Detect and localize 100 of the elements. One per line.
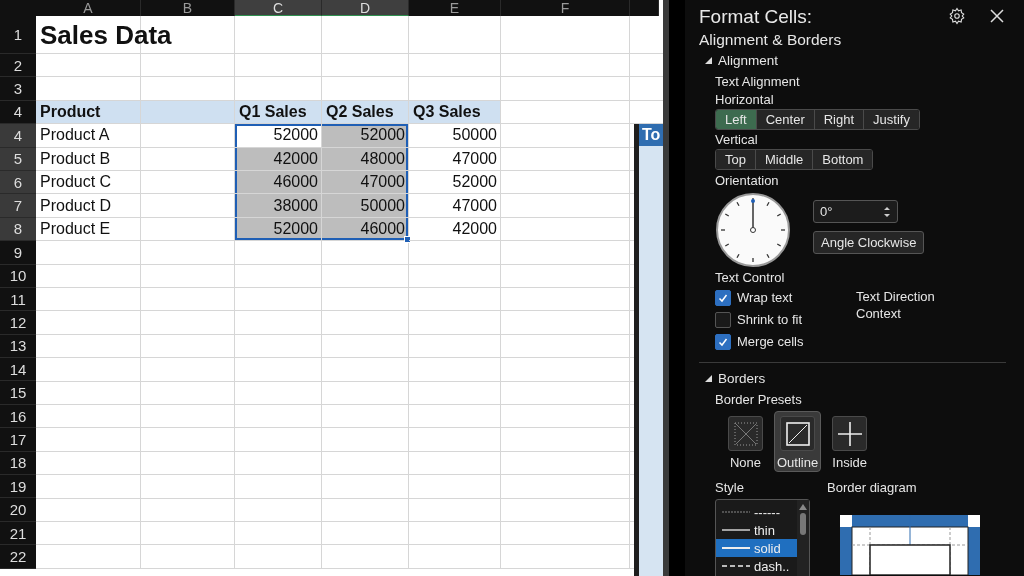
table-cell[interactable]: 52000 — [235, 124, 322, 148]
row-header[interactable]: 17 — [0, 428, 36, 452]
column-header[interactable]: C — [235, 0, 322, 16]
column-header[interactable]: B — [141, 0, 235, 16]
table-cell[interactable]: 50000 — [322, 194, 409, 218]
column-title-cell[interactable]: Q1 Sales — [235, 100, 322, 125]
table-cell[interactable]: Product C — [36, 170, 141, 195]
column-header[interactable]: D — [322, 0, 409, 16]
preset-button[interactable]: Outline — [774, 411, 822, 472]
table-cell[interactable]: Product B — [36, 147, 141, 171]
segment-button[interactable]: Left — [716, 110, 756, 129]
style-item[interactable]: ------ — [716, 503, 797, 521]
field-label: Vertical — [715, 132, 759, 147]
table-cell[interactable]: 46000 — [322, 217, 409, 242]
caret-icon[interactable] — [705, 375, 712, 382]
table-cell[interactable]: 52000 — [235, 217, 322, 242]
table-cell[interactable]: 52000 — [322, 124, 409, 148]
check-icon — [718, 336, 728, 347]
group-label: Border Presets — [715, 392, 803, 407]
border-diagram-drawing[interactable] — [840, 515, 980, 575]
close-icon[interactable] — [988, 7, 1006, 25]
row-header[interactable]: 20 — [0, 498, 36, 522]
column-header[interactable]: F — [501, 0, 630, 16]
check-icon — [718, 292, 728, 303]
checkbox-label: Shrink to fit — [737, 312, 803, 327]
sheet-title[interactable]: Sales Data — [36, 16, 235, 54]
segment-button[interactable]: Middle — [754, 150, 813, 169]
row-header[interactable]: 8 — [0, 217, 36, 242]
column-title-cell[interactable] — [141, 100, 235, 125]
row-header[interactable]: 3 — [0, 77, 36, 101]
orientation-dial[interactable] — [715, 192, 791, 268]
row-header[interactable]: 5 — [0, 147, 36, 171]
table-cell[interactable]: Product A — [36, 124, 141, 148]
row-header[interactable]: 10 — [0, 264, 36, 288]
style-item[interactable]: dash.. — [716, 557, 797, 575]
segment-button[interactable]: Top — [716, 150, 755, 169]
field-label: Horizontal — [715, 92, 775, 107]
row-header[interactable]: 21 — [0, 521, 36, 546]
row-header[interactable]: 12 — [0, 311, 36, 335]
row-header[interactable]: 11 — [0, 287, 36, 312]
checkbox[interactable] — [715, 333, 731, 350]
column-header[interactable]: A — [36, 0, 141, 16]
scroll-thumb[interactable] — [800, 513, 806, 535]
row-header[interactable]: 13 — [0, 334, 36, 359]
row-header[interactable]: 4 — [0, 100, 36, 125]
scroll-up-icon[interactable] — [799, 504, 807, 510]
group-label: Orientation — [715, 173, 780, 188]
column-title-cell[interactable]: Q3 Sales — [409, 100, 501, 125]
segment-button[interactable]: Right — [813, 110, 864, 129]
fill-handle[interactable] — [404, 236, 411, 244]
checkbox-label: Merge cells — [737, 334, 804, 349]
no-border-icon — [733, 421, 758, 446]
style-item[interactable]: thin — [716, 521, 797, 539]
angle-button[interactable]: Angle Clockwise — [813, 231, 925, 254]
angle-field[interactable]: 0° — [813, 200, 898, 223]
checkbox[interactable] — [715, 289, 731, 306]
table-cell[interactable]: 38000 — [235, 194, 322, 218]
segment-button[interactable]: Center — [755, 110, 814, 129]
group-label: Style — [715, 480, 745, 495]
spinner-icon[interactable] — [883, 205, 891, 218]
section-header[interactable]: Borders — [705, 371, 766, 386]
row-header[interactable]: 9 — [0, 241, 36, 265]
row-header[interactable]: 18 — [0, 451, 36, 476]
table-cell[interactable]: 47000 — [322, 170, 409, 195]
table-cell[interactable]: 48000 — [322, 147, 409, 171]
row-header[interactable]: 22 — [0, 545, 36, 569]
column-title-cell[interactable]: Q2 Sales — [322, 100, 409, 125]
scrollbar[interactable] — [663, 0, 669, 576]
table-cell[interactable]: 50000 — [409, 124, 501, 148]
field-value[interactable]: Context — [856, 306, 935, 321]
line-style-icon — [722, 509, 750, 515]
checkbox[interactable] — [715, 311, 731, 328]
row-header[interactable]: 2 — [0, 54, 36, 78]
table-cell[interactable]: 42000 — [235, 147, 322, 171]
row-header[interactable]: 6 — [0, 170, 36, 195]
table-cell[interactable]: 47000 — [409, 147, 501, 171]
table-cell[interactable]: 52000 — [409, 170, 501, 195]
column-title-cell[interactable]: Product — [36, 100, 141, 125]
row-header[interactable]: 15 — [0, 381, 36, 405]
section-header[interactable]: Alignment — [705, 53, 779, 68]
row-header[interactable]: 7 — [0, 194, 36, 218]
row-header[interactable]: 19 — [0, 475, 36, 499]
caret-icon[interactable] — [705, 57, 712, 64]
style-list[interactable]: ------ thin solid dash.. — [715, 499, 810, 576]
table-cell[interactable]: 46000 — [235, 170, 322, 195]
table-cell[interactable]: 42000 — [409, 217, 501, 242]
table-cell[interactable]: 47000 — [409, 194, 501, 218]
line-style-icon — [722, 563, 750, 569]
table-cell[interactable]: Product D — [36, 194, 141, 218]
column-header[interactable]: E — [409, 0, 501, 16]
row-header[interactable]: 14 — [0, 358, 36, 382]
row-header[interactable]: 4 — [0, 124, 36, 148]
outline-border-icon — [785, 421, 810, 446]
table-header: To — [639, 124, 663, 146]
row-header[interactable]: 16 — [0, 404, 36, 429]
segment-button[interactable]: Bottom — [812, 150, 873, 169]
table-cell[interactable]: Product E — [36, 217, 141, 242]
row-header[interactable]: 1 — [0, 16, 36, 54]
style-item[interactable]: solid — [716, 539, 797, 557]
segment-button[interactable]: Justify — [863, 110, 919, 129]
